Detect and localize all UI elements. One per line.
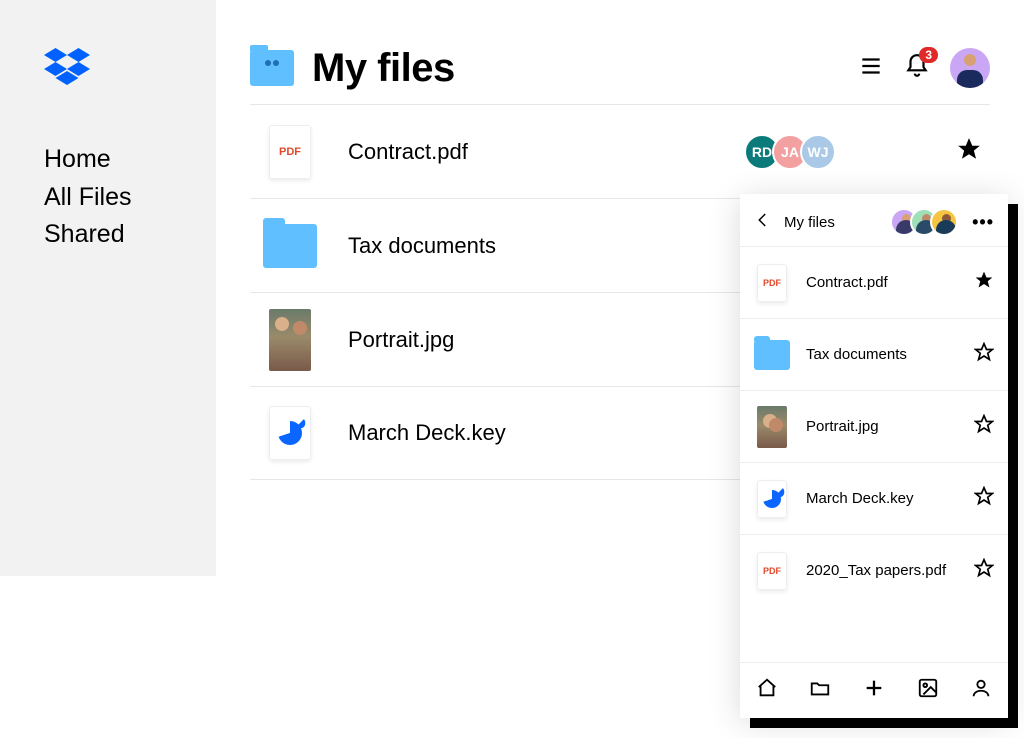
nav-shared[interactable]: Shared bbox=[44, 216, 216, 254]
mobile-file-row[interactable]: Portrait.jpg bbox=[740, 390, 1008, 462]
mobile-preview: My files ••• PDF Contract.pdf Tax docume… bbox=[740, 194, 1008, 718]
mobile-file-list: PDF Contract.pdf Tax documents Portrait.… bbox=[740, 246, 1008, 606]
star-outline-icon[interactable] bbox=[974, 342, 994, 367]
sharer-avatar[interactable]: WJ bbox=[800, 134, 836, 170]
star-outline-icon[interactable] bbox=[974, 414, 994, 439]
shared-folder-icon bbox=[250, 50, 294, 86]
mobile-file-row[interactable]: PDF 2020_Tax papers.pdf bbox=[740, 534, 1008, 606]
user-avatar[interactable] bbox=[950, 48, 990, 88]
tab-files-icon[interactable] bbox=[809, 677, 831, 704]
keynote-icon bbox=[754, 477, 790, 521]
tab-photos-icon[interactable] bbox=[917, 677, 939, 704]
file-name: Portrait.jpg bbox=[806, 418, 974, 435]
mobile-file-row[interactable]: Tax documents bbox=[740, 318, 1008, 390]
star-outline-icon[interactable] bbox=[974, 486, 994, 511]
pdf-icon: PDF bbox=[262, 124, 318, 180]
mobile-tabbar bbox=[740, 662, 1008, 718]
dropbox-logo[interactable] bbox=[44, 48, 216, 93]
star-outline-icon[interactable] bbox=[974, 558, 994, 583]
mobile-title: My files bbox=[784, 214, 890, 231]
page-title: My files bbox=[312, 46, 858, 91]
main-header: My files 3 bbox=[250, 40, 990, 96]
file-name: Contract.pdf bbox=[348, 139, 752, 165]
file-name: Tax documents bbox=[806, 346, 974, 363]
shared-avatars: RD JA WJ bbox=[752, 134, 836, 170]
avatar[interactable] bbox=[930, 208, 958, 236]
mobile-file-row[interactable]: PDF Contract.pdf bbox=[740, 246, 1008, 318]
image-thumbnail bbox=[262, 312, 318, 368]
tab-account-icon[interactable] bbox=[970, 677, 992, 704]
menu-icon[interactable] bbox=[858, 53, 884, 84]
nav-all-files[interactable]: All Files bbox=[44, 179, 216, 217]
folder-icon bbox=[754, 333, 790, 377]
keynote-icon bbox=[262, 405, 318, 461]
more-icon[interactable]: ••• bbox=[972, 212, 994, 233]
notifications-icon[interactable]: 3 bbox=[904, 53, 930, 84]
image-thumbnail bbox=[754, 405, 790, 449]
notification-badge: 3 bbox=[919, 47, 938, 63]
file-name: 2020_Tax papers.pdf bbox=[806, 562, 974, 579]
file-row[interactable]: PDF Contract.pdf RD JA WJ bbox=[250, 104, 990, 198]
tab-add-icon[interactable] bbox=[863, 677, 885, 704]
mobile-header: My files ••• bbox=[740, 194, 1008, 246]
star-icon[interactable] bbox=[956, 136, 982, 167]
back-icon[interactable] bbox=[754, 211, 772, 234]
pdf-icon: PDF bbox=[754, 261, 790, 305]
folder-icon bbox=[262, 218, 318, 274]
star-icon[interactable] bbox=[974, 270, 994, 295]
file-name: March Deck.key bbox=[806, 490, 974, 507]
mobile-shared-avatars[interactable] bbox=[898, 208, 958, 236]
tab-home-icon[interactable] bbox=[756, 677, 778, 704]
mobile-file-row[interactable]: March Deck.key bbox=[740, 462, 1008, 534]
nav-home[interactable]: Home bbox=[44, 141, 216, 179]
pdf-icon: PDF bbox=[754, 549, 790, 593]
file-name: Contract.pdf bbox=[806, 274, 974, 291]
sidebar: Home All Files Shared bbox=[0, 0, 216, 576]
